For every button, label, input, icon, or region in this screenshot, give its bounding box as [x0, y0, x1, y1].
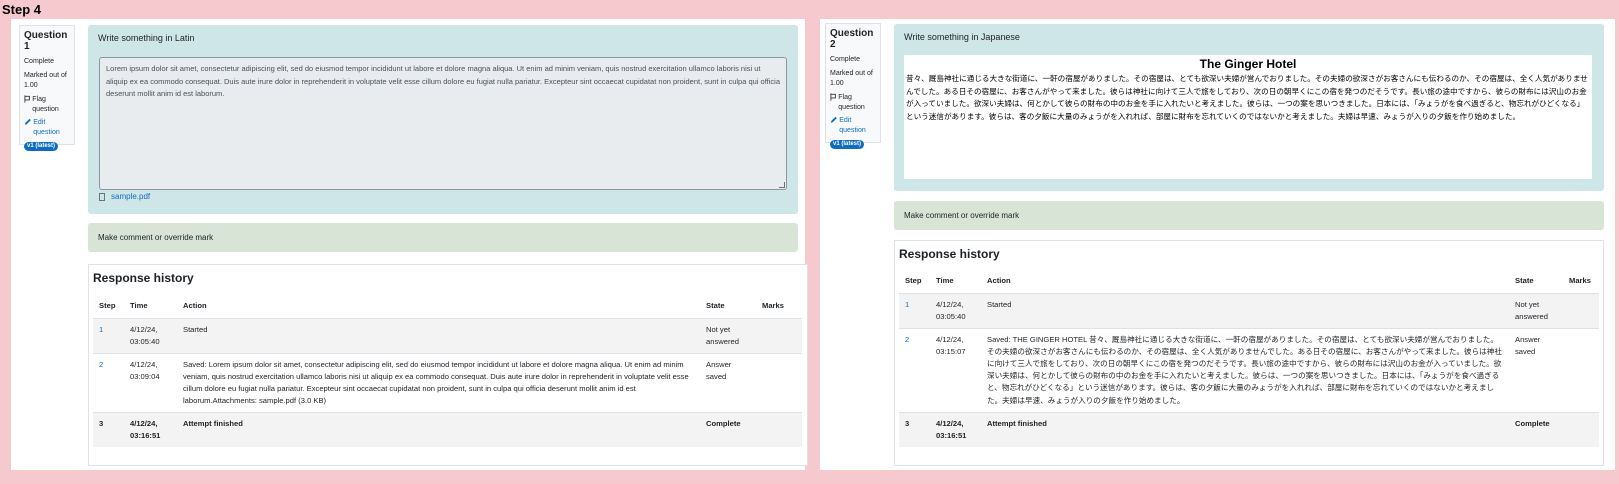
row-action: Saved: Lorem ipsum dolor sit amet, conse… [177, 352, 700, 412]
comment-link[interactable]: Make comment or override mark [88, 223, 798, 252]
version-badge: v1 (latest) [24, 142, 59, 151]
answer-editor[interactable]: The Ginger Hotel 昔々、厩島神社に通じる大きな街道に、一軒の宿屋… [904, 55, 1592, 179]
col-time: Time [930, 270, 981, 294]
row-time: 4/12/24, 03:16:51 [124, 411, 177, 447]
question-status: Complete [24, 58, 54, 65]
col-time: Time [124, 295, 177, 319]
row-marks [756, 317, 802, 353]
row-step: 3 [93, 411, 124, 447]
step-link[interactable]: 2 [99, 360, 103, 369]
col-marks: Marks [756, 295, 802, 319]
history-table: Step Time Action State Marks 1 4/12/24, … [93, 295, 802, 447]
response-history: Response history Step Time Action State … [894, 240, 1604, 466]
step-link[interactable]: 1 [99, 325, 103, 334]
file-icon [99, 192, 105, 201]
question-info: Question 2 Complete Marked out of 1.00 F… [825, 23, 881, 149]
col-step: Step [93, 295, 124, 319]
col-step: Step [899, 270, 930, 294]
col-state: State [700, 295, 756, 319]
row-action: Started [177, 317, 700, 353]
response-history: Response history Step Time Action State … [88, 264, 808, 466]
row-state: Complete [700, 411, 756, 447]
question-mark: Marked out of 1.00 [830, 70, 873, 87]
col-action: Action [177, 295, 700, 319]
flag-question-button[interactable]: Flag question [830, 93, 876, 113]
question-formulation: Write something in Japanese The Ginger H… [894, 24, 1604, 191]
history-title: Response history [899, 247, 1000, 261]
row-time: 4/12/24, 03:09:04 [124, 352, 177, 412]
row-action: Attempt finished [177, 411, 700, 447]
col-state: State [1509, 270, 1563, 294]
row-marks [756, 411, 802, 447]
row-state: Answer saved [700, 352, 756, 412]
question-prompt: Write something in Latin [98, 33, 195, 43]
row-time: 4/12/24, 03:15:07 [930, 327, 981, 413]
table-row: 3 4/12/24, 03:16:51 Attempt finished Com… [899, 411, 1599, 447]
comment-link[interactable]: Make comment or override mark [894, 201, 1604, 230]
row-marks [756, 352, 802, 412]
table-row: 3 4/12/24, 03:16:51 Attempt finished Com… [93, 411, 802, 447]
question-number: Question 1 [24, 30, 68, 52]
step-link[interactable]: 1 [905, 300, 909, 309]
row-action: Saved: THE GINGER HOTEL 昔々、厩島神社に通じる大きな街道… [981, 327, 1509, 413]
row-action: Started [981, 292, 1509, 328]
question-panel-2: Question 2 Complete Marked out of 1.00 F… [820, 19, 1615, 470]
row-time: 4/12/24, 03:16:51 [930, 411, 981, 447]
pencil-icon [830, 116, 837, 123]
question-mark: Marked out of 1.00 [24, 72, 67, 89]
edit-question-link[interactable]: Edit question [830, 116, 876, 136]
step-title: Step 4 [2, 2, 42, 17]
question-prompt: Write something in Japanese [904, 32, 1020, 42]
version-badge: v1 (latest) [830, 140, 865, 149]
row-marks [1563, 327, 1599, 413]
table-row: 2 4/12/24, 03:15:07 Saved: THE GINGER HO… [899, 327, 1599, 413]
table-row: 1 4/12/24, 03:05:40 Started Not yet answ… [93, 317, 802, 353]
row-time: 4/12/24, 03:05:40 [124, 317, 177, 353]
question-number: Question 2 [830, 28, 874, 50]
col-marks: Marks [1563, 270, 1599, 294]
history-table: Step Time Action State Marks 1 4/12/24, … [899, 270, 1599, 447]
flag-icon [24, 95, 30, 103]
row-step: 3 [899, 411, 930, 447]
history-title: Response history [93, 271, 194, 285]
answer-textarea[interactable]: Lorem ipsum dolor sit amet, consectetur … [99, 57, 787, 190]
question-status: Complete [830, 56, 860, 63]
col-action: Action [981, 270, 1509, 294]
flag-icon [830, 93, 836, 101]
question-panel-1: Question 1 Complete Marked out of 1.00 F… [11, 19, 808, 470]
row-state: Not yet answered [1509, 292, 1563, 328]
row-state: Not yet answered [700, 317, 756, 353]
question-info: Question 1 Complete Marked out of 1.00 F… [19, 25, 75, 151]
flag-question-button[interactable]: Flag question [24, 95, 70, 115]
row-state: Complete [1509, 411, 1563, 447]
answer-text: 昔々、厩島神社に通じる大きな街道に、一軒の宿屋がありました。その宿屋は、とても欲… [906, 74, 1588, 121]
row-marks [1563, 411, 1599, 447]
step-link[interactable]: 2 [905, 335, 909, 344]
edit-question-link[interactable]: Edit question [24, 118, 70, 138]
table-row: 2 4/12/24, 03:09:04 Saved: Lorem ipsum d… [93, 352, 802, 412]
question-formulation: Write something in Latin Lorem ipsum dol… [88, 25, 798, 214]
resize-handle[interactable] [779, 182, 785, 188]
row-time: 4/12/24, 03:05:40 [930, 292, 981, 328]
pencil-icon [24, 118, 31, 125]
table-row: 1 4/12/24, 03:05:40 Started Not yet answ… [899, 292, 1599, 328]
row-marks [1563, 292, 1599, 328]
attachment-link[interactable]: sample.pdf [99, 192, 150, 201]
row-action: Attempt finished [981, 411, 1509, 447]
row-state: Answer saved [1509, 327, 1563, 413]
answer-title: The Ginger Hotel [1199, 57, 1297, 71]
